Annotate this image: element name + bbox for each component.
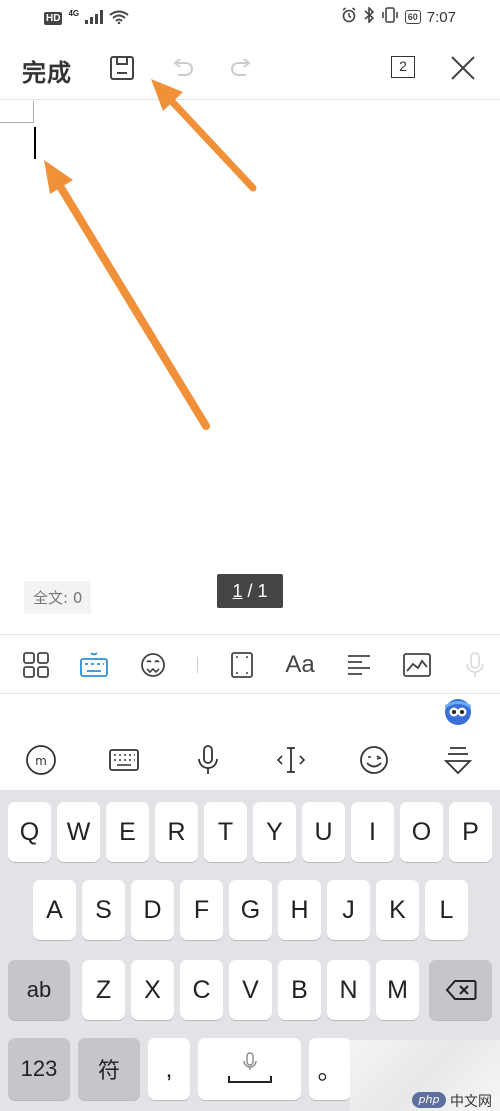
emoji-icon[interactable] (357, 743, 391, 777)
save-icon[interactable] (106, 52, 138, 84)
backspace-icon (445, 980, 476, 1000)
watermark-text: 中文网 (450, 1094, 492, 1110)
status-left: HD 4G (44, 9, 129, 28)
key-x[interactable]: X (131, 960, 174, 1020)
status-bar: HD 4G 60 7:07 (0, 0, 500, 36)
align-left-icon[interactable] (343, 649, 375, 681)
signal-icon (85, 9, 104, 28)
done-button[interactable]: 完成 (22, 53, 72, 88)
font-label: Aa (285, 651, 315, 678)
key-j[interactable]: J (327, 880, 370, 940)
keyboard-icon[interactable] (78, 649, 110, 681)
network-type: 4G (68, 9, 80, 18)
keyboard-layout-icon[interactable] (107, 743, 141, 777)
key-u[interactable]: U (302, 802, 345, 862)
key-b[interactable]: B (278, 960, 321, 1020)
page-frame-icon[interactable] (226, 649, 258, 681)
key-comma[interactable]: , (148, 1038, 190, 1100)
key-p[interactable]: P (449, 802, 492, 862)
watermark-logo: php (412, 1092, 446, 1108)
key-m[interactable]: M (376, 960, 419, 1020)
key-case-toggle[interactable]: ab (8, 960, 70, 1020)
ime-toolbar: m (0, 731, 500, 789)
mic-icon[interactable] (459, 649, 491, 681)
ime-logo-icon[interactable]: m (24, 743, 58, 777)
key-numbers[interactable]: 123 (8, 1038, 70, 1100)
key-e[interactable]: E (106, 802, 149, 862)
space-key[interactable] (198, 1038, 301, 1100)
editor-toolbar: 完成 (0, 36, 500, 100)
key-y[interactable]: Y (253, 802, 296, 862)
key-symbols[interactable]: 符 (78, 1038, 140, 1100)
image-icon[interactable] (401, 649, 433, 681)
document-canvas[interactable]: 全文: 0 1 / 1 (0, 101, 500, 633)
key-q[interactable]: Q (8, 802, 51, 862)
grid-apps-icon[interactable] (20, 649, 52, 681)
page-total: 1 (257, 581, 268, 601)
page-count-icon[interactable]: 2 (391, 56, 415, 78)
svg-text:m: m (35, 754, 47, 768)
key-h[interactable]: H (278, 880, 321, 940)
page-margin-mark (0, 101, 34, 123)
key-i[interactable]: I (351, 802, 394, 862)
cursor-move-icon[interactable] (274, 743, 308, 777)
key-l[interactable]: L (425, 880, 468, 940)
key-z[interactable]: Z (82, 960, 125, 1020)
vibrate-icon (381, 7, 399, 27)
key-k[interactable]: K (376, 880, 419, 940)
key-a[interactable]: A (33, 880, 76, 940)
key-c[interactable]: C (180, 960, 223, 1020)
key-t[interactable]: T (204, 802, 247, 862)
key-d[interactable]: D (131, 880, 174, 940)
undo-icon[interactable] (166, 52, 198, 84)
sticker-icon[interactable] (137, 649, 169, 681)
key-g[interactable]: G (229, 880, 272, 940)
clock: 7:07 (426, 8, 456, 26)
font-icon[interactable]: Aa (284, 649, 316, 681)
backspace-key[interactable] (429, 960, 492, 1020)
text-cursor (34, 127, 36, 159)
format-toolbar: Aa (0, 634, 500, 694)
close-icon[interactable] (447, 52, 479, 84)
redo-icon[interactable] (226, 52, 258, 84)
key-n[interactable]: N (327, 960, 370, 1020)
key-o[interactable]: O (400, 802, 443, 862)
key-r[interactable]: R (155, 802, 198, 862)
key-period[interactable]: 。 (309, 1038, 351, 1100)
key-f[interactable]: F (180, 880, 223, 940)
toolbar-divider (197, 657, 198, 673)
collapse-keyboard-icon[interactable] (441, 743, 475, 777)
page-separator: / (242, 581, 258, 601)
battery-indicator: 60 (404, 10, 421, 24)
alarm-icon (341, 7, 357, 27)
wifi-icon (109, 9, 129, 28)
page-indicator: 1 / 1 (217, 574, 283, 608)
key-w[interactable]: W (57, 802, 100, 862)
candidate-bar (0, 695, 500, 731)
ime-mascot-icon[interactable] (444, 699, 472, 725)
bluetooth-icon (363, 6, 375, 27)
space-mic-icon (227, 1052, 272, 1083)
key-s[interactable]: S (82, 880, 125, 940)
page-current: 1 (232, 581, 243, 601)
status-right: 60 7:07 (341, 6, 456, 27)
microphone-icon[interactable] (191, 743, 225, 777)
key-v[interactable]: V (229, 960, 272, 1020)
word-count-label: 全文: 0 (24, 581, 92, 614)
hd-badge: HD (44, 12, 63, 25)
